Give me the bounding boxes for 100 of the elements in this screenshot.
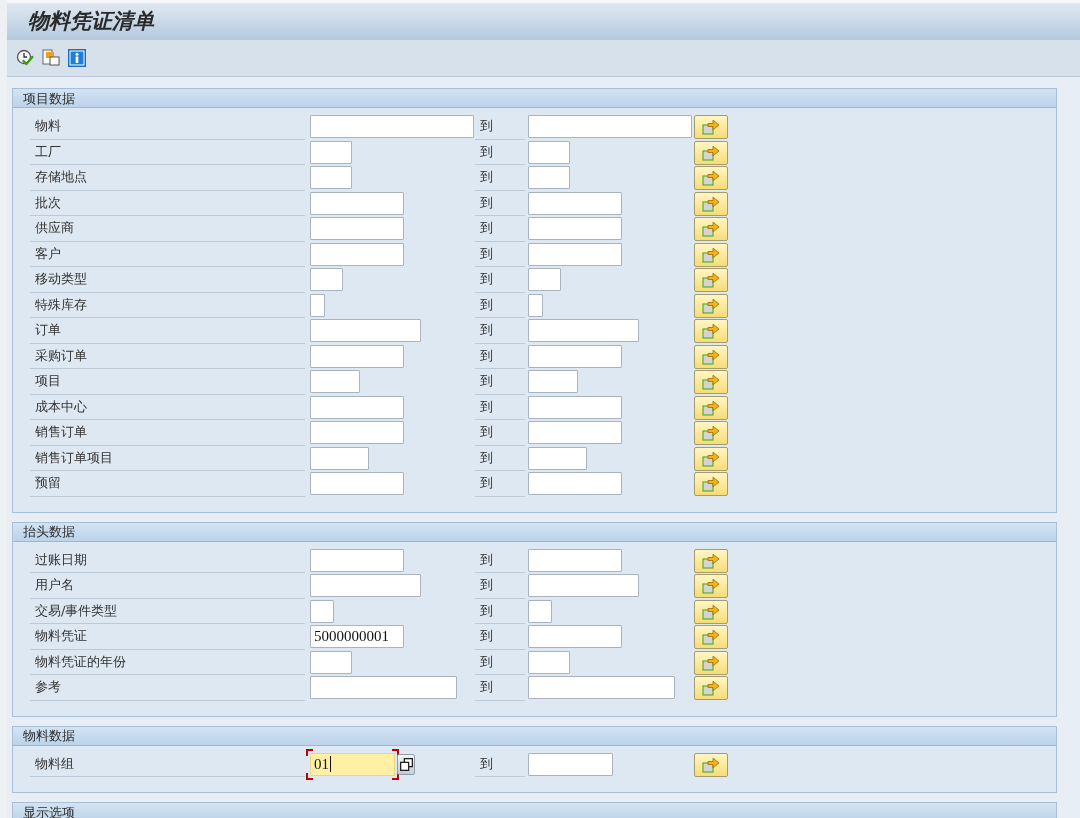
input-field[interactable] [528,752,613,776]
box-arrow-icon [702,680,720,696]
field-label: 项目 [30,369,305,395]
input-field[interactable] [310,446,369,470]
multiple-selection-button[interactable] [694,217,728,241]
multiple-selection-button[interactable] [694,599,728,624]
input-field[interactable] [310,370,360,393]
input-field[interactable] [310,268,343,291]
overlapping-squares-icon [399,757,413,771]
range-to-label: 到 [475,292,525,318]
input-field[interactable] [528,344,622,368]
box-arrow-icon [702,170,720,186]
input-field[interactable]: 5000000001 [310,625,404,648]
field-label: 特殊库存 [30,292,305,318]
multiple-selection-button[interactable] [694,319,728,343]
input-field[interactable] [310,166,352,189]
input-field[interactable] [310,319,421,342]
input-field[interactable] [310,344,404,368]
multiple-selection-button[interactable] [694,421,728,445]
window-title: 物料凭证清单 [28,8,154,35]
input-field[interactable]: 01 [306,748,399,780]
input-field[interactable] [528,599,552,623]
multiple-selection-button[interactable] [694,446,728,471]
range-to-label: 到 [475,241,525,267]
input-field[interactable] [528,625,622,648]
input-field[interactable] [528,676,675,699]
input-field[interactable] [310,242,404,266]
input-field[interactable] [528,472,622,495]
input-field[interactable] [528,242,622,266]
multiple-selection-button[interactable] [694,370,728,394]
info-icon[interactable] [68,49,86,67]
input-field[interactable] [528,191,622,215]
multiple-selection-button[interactable] [694,166,728,190]
input-field[interactable] [310,293,325,317]
multiple-selection-button[interactable] [694,650,728,675]
box-arrow-icon [702,374,720,390]
overlapping-squares-icon[interactable] [42,49,60,67]
field-label: 批次 [30,190,305,216]
input-field[interactable] [528,293,543,317]
multiple-selection-button[interactable] [694,293,728,318]
range-to-label: 到 [475,649,525,675]
multiple-selection-button[interactable] [694,344,728,369]
multiple-selection-button[interactable] [694,676,728,700]
multiple-selection-button[interactable] [694,472,728,496]
input-field[interactable] [528,446,587,470]
field-label: 过账日期 [30,547,305,573]
input-field[interactable] [528,268,561,291]
text-cursor-icon [330,756,331,772]
multiple-selection-button[interactable] [694,752,728,777]
input-field[interactable] [528,650,570,674]
input-field[interactable] [310,650,352,674]
section-title: 显示选项 [23,804,75,818]
input-field[interactable] [528,217,622,240]
input-field[interactable] [528,548,622,572]
range-to-label: 到 [475,394,525,420]
input-field[interactable] [310,574,421,597]
range-to-label: 到 [475,369,525,395]
clock-check-icon[interactable] [16,49,34,67]
input-field[interactable] [528,115,692,138]
range-to-label: 到 [475,114,525,140]
range-to-label: 到 [475,318,525,344]
field-label: 销售订单项目 [30,445,305,471]
box-arrow-icon [702,297,720,314]
multiple-selection-button[interactable] [694,191,728,216]
input-field[interactable] [528,140,570,164]
input-field[interactable] [310,548,404,572]
field-label: 物料凭证 [30,624,305,650]
input-field[interactable] [310,140,352,164]
multiple-selection-button[interactable] [694,548,728,573]
multiple-values-button[interactable] [397,753,415,775]
input-field[interactable] [310,421,404,444]
box-arrow-icon [702,450,720,467]
input-field[interactable] [528,395,622,419]
multiple-selection-button[interactable] [694,395,728,420]
input-field[interactable] [528,574,639,597]
range-to-label: 到 [475,216,525,242]
input-field[interactable] [528,319,639,342]
section-title: 物料数据 [23,728,75,743]
input-field[interactable] [528,370,578,393]
input-field[interactable] [528,166,570,189]
input-field[interactable] [310,472,404,495]
multiple-selection-button[interactable] [694,140,728,165]
multiple-selection-button[interactable] [694,625,728,649]
input-field[interactable] [310,599,334,623]
field-label: 用户名 [30,573,305,599]
multiple-selection-button[interactable] [694,115,728,139]
input-field[interactable] [310,191,404,215]
range-to-label: 到 [475,165,525,191]
box-arrow-icon [702,476,720,492]
multiple-selection-button[interactable] [694,574,728,598]
input-field[interactable] [528,421,622,444]
box-arrow-icon [702,425,720,441]
field-label: 预留 [30,471,305,497]
multiple-selection-button[interactable] [694,242,728,267]
input-field[interactable] [310,115,474,138]
input-field[interactable] [310,676,457,699]
box-arrow-icon [702,756,720,773]
input-field[interactable] [310,395,404,419]
input-field[interactable] [310,217,404,240]
multiple-selection-button[interactable] [694,268,728,292]
